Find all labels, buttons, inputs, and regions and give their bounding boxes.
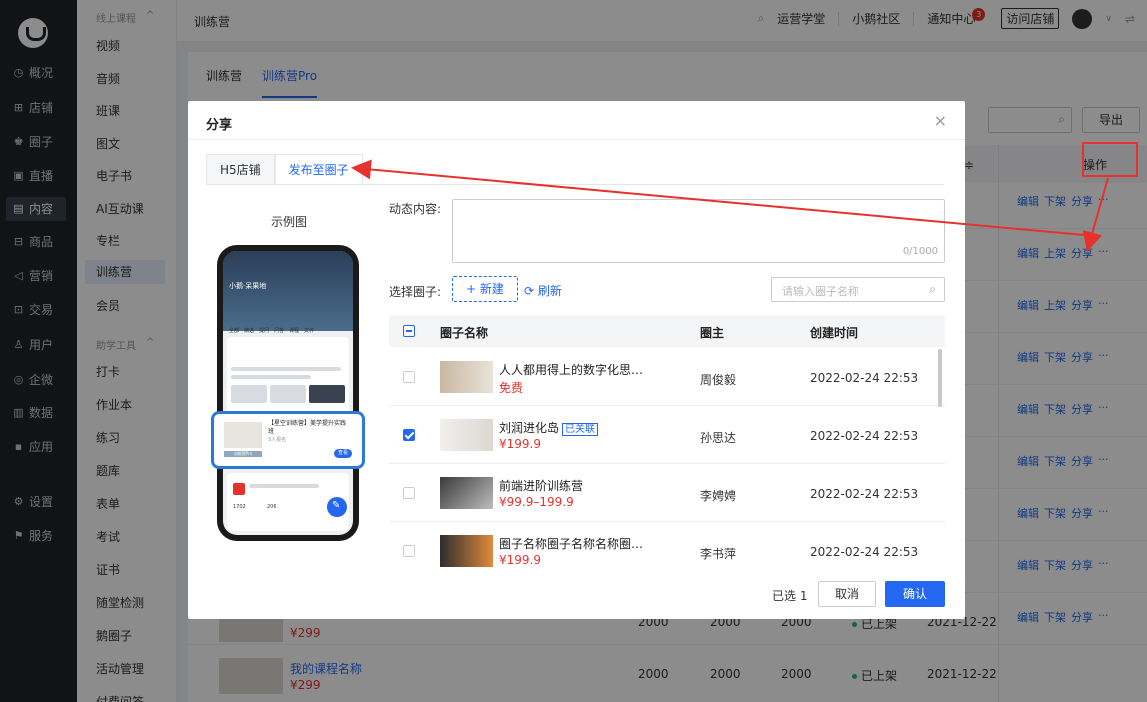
phone-tab: 课程: [289, 328, 300, 334]
phone-tab: 全部: [229, 328, 240, 334]
card-tag: 训练营Pro: [224, 451, 262, 457]
circle-name: 前端进阶训练营: [499, 477, 583, 494]
circle-table-header: 圈子名称 圈主 创建时间: [389, 315, 945, 347]
select-all-checkbox[interactable]: [403, 325, 415, 337]
circle-price: ¥199.9: [499, 437, 541, 451]
phone-tab: 提问: [259, 328, 270, 334]
column-circle-name: 圈子名称: [440, 326, 489, 340]
tab-h5-store[interactable]: H5店铺: [206, 154, 275, 185]
card-subtitle: 3人报名: [268, 437, 287, 443]
circle-thumbnail: [440, 419, 493, 451]
cancel-button[interactable]: 取消: [818, 581, 876, 607]
phone-tab: 精选: [244, 328, 255, 334]
tab-publish-to-circle[interactable]: 发布至圈子: [274, 154, 363, 185]
share-modal: 分享 × H5店铺 发布至圈子 示例图 小鹅·呆果地 全部 精选 提问 问答 课程 文件 …: [188, 101, 965, 619]
circle-row[interactable]: 人人都用得上的数字化思… 免费 周俊毅 2022-02-24 22:53: [389, 348, 945, 406]
circle-thumbnail: [440, 477, 493, 509]
char-counter: 0/1000: [902, 246, 938, 257]
edit-icon: [327, 497, 347, 517]
circle-price: ¥199.9: [499, 553, 541, 567]
linked-tag: 已关联: [562, 423, 599, 436]
example-highlight-card: 【星空训练营】美学提升实践班 3人报名 训练营Pro 查看: [211, 411, 365, 469]
circle-name-text: 人人都用得上的数字化思…: [499, 363, 644, 377]
content-label: 动态内容:: [389, 202, 442, 216]
circle-thumbnail: [440, 361, 493, 393]
circle-price: ¥99.9–199.9: [499, 495, 574, 509]
column-owner: 圈主: [700, 326, 725, 340]
circle-create-time: 2022-02-24 22:53: [810, 545, 919, 559]
row-checkbox[interactable]: [403, 545, 415, 557]
circle-owner: 周俊毅: [700, 373, 737, 387]
row-checkbox[interactable]: [403, 487, 415, 499]
circle-create-time: 2022-02-24 22:53: [810, 429, 919, 443]
circle-thumbnail: [440, 535, 493, 567]
circle-create-time: 2022-02-24 22:53: [810, 371, 919, 385]
new-circle-button[interactable]: + 新建: [452, 276, 518, 302]
circle-name-text: 圈子名称圈子名称名称圈…: [499, 537, 644, 551]
selected-count: 已选 1: [772, 589, 808, 603]
circle-create-time: 2022-02-24 22:53: [810, 487, 919, 501]
close-icon[interactable]: ×: [934, 111, 947, 130]
circle-name: 圈子名称圈子名称名称圈…: [499, 535, 643, 552]
circle-row[interactable]: 刘润进化岛 已关联 ¥199.9 孙思达 2022-02-24 22:53: [389, 406, 945, 464]
table-scrollbar[interactable]: [938, 349, 942, 407]
circle-name-text: 刘润进化岛: [499, 421, 560, 435]
phone-tab: 文件: [304, 328, 315, 334]
card-view-button: 查看: [334, 449, 352, 458]
circle-name-text: 前端进阶训练营: [499, 479, 584, 493]
circle-owner: 李书萍: [700, 547, 737, 561]
phone-title: 小鹅·呆果地: [229, 282, 267, 290]
example-label: 示例图: [271, 215, 308, 229]
row-checkbox[interactable]: [403, 429, 415, 441]
search-icon: ⌕: [929, 282, 936, 296]
example-phone-image: 小鹅·呆果地 全部 精选 提问 问答 课程 文件 1702 206: [217, 245, 359, 541]
card-thumbnail: [224, 422, 262, 448]
circle-row[interactable]: 前端进阶训练营 ¥99.9–199.9 李娉娉 2022-02-24 22:53: [389, 464, 945, 522]
circle-owner: 孙思达: [700, 431, 737, 445]
circle-owner: 李娉娉: [700, 489, 737, 503]
phone-tab: 问答: [274, 328, 285, 334]
circle-price: 免费: [499, 381, 524, 395]
search-placeholder: 请输入圈子名称: [782, 285, 859, 298]
annotation-highlight-box: [1082, 142, 1138, 177]
phone-likes: 1702: [233, 504, 246, 510]
circle-name: 刘润进化岛 已关联: [499, 419, 599, 436]
dynamic-content-textarea[interactable]: 0/1000: [452, 199, 945, 263]
row-checkbox[interactable]: [403, 371, 415, 383]
circle-table: 圈子名称 圈主 创建时间 人人都用得上的数字化思… 免费 周俊毅 2022-02-24…: [389, 315, 945, 568]
confirm-button[interactable]: 确认: [885, 581, 945, 607]
circle-label: 选择圈子:: [389, 285, 442, 299]
refresh-button[interactable]: ⟳ 刷新: [524, 282, 562, 299]
phone-comments: 206: [267, 504, 277, 510]
circle-search-input[interactable]: 请输入圈子名称 ⌕: [771, 277, 945, 302]
circle-row[interactable]: 圈子名称圈子名称名称圈… ¥199.9 李书萍 2022-02-24 22:53: [389, 522, 945, 568]
column-create-time: 创建时间: [810, 326, 859, 340]
card-title: 【星空训练营】美学提升实践班: [268, 420, 347, 435]
circle-name: 人人都用得上的数字化思…: [499, 361, 643, 378]
modal-title: 分享: [206, 118, 233, 133]
